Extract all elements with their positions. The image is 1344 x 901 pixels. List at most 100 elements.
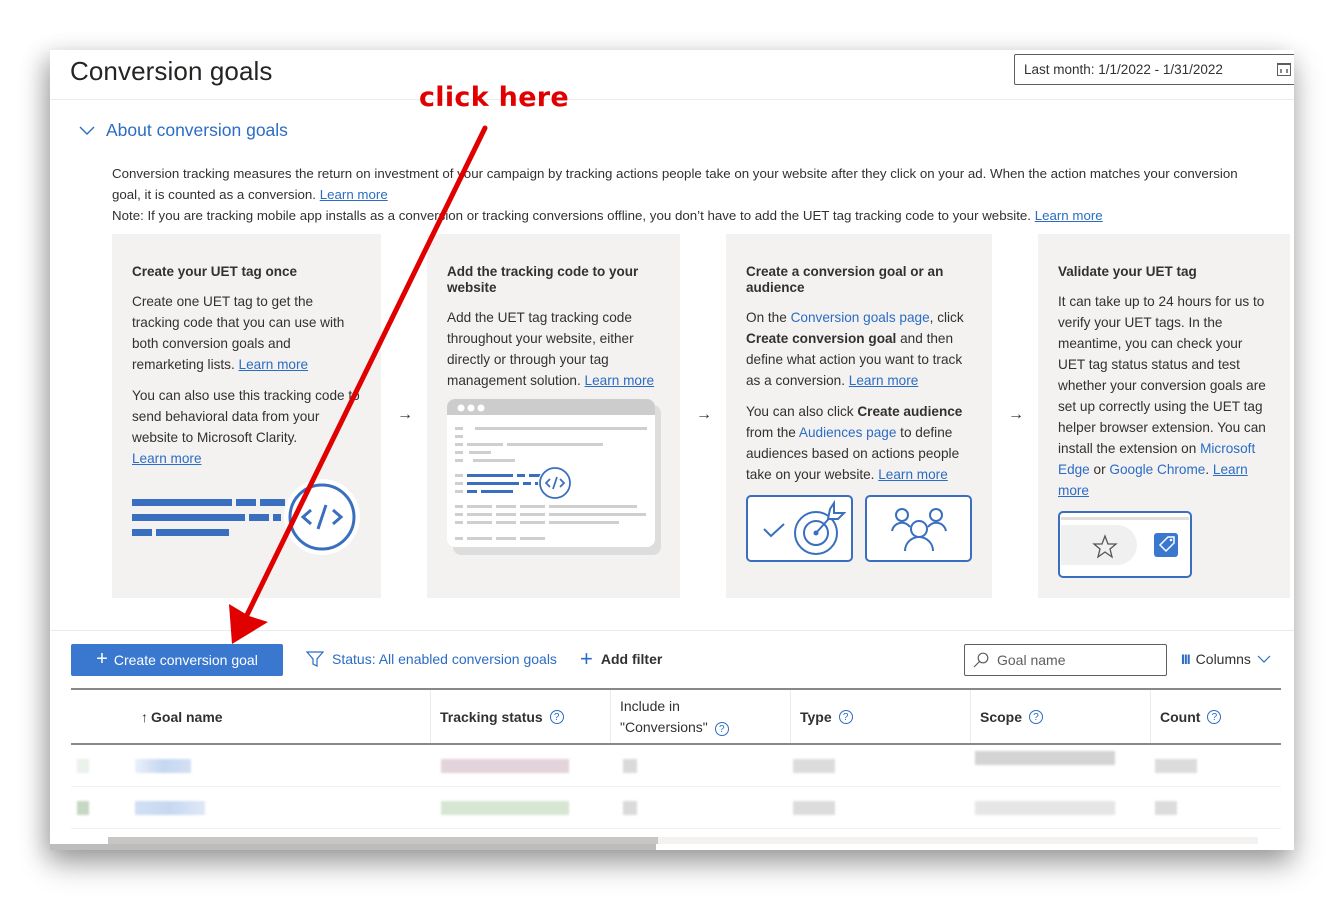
learn-more-link[interactable]: Learn more bbox=[239, 357, 309, 372]
sort-ascending-icon: ↑ bbox=[141, 708, 148, 725]
include-cell-redacted bbox=[623, 800, 637, 815]
horizontal-scrollbar-thumb[interactable] bbox=[108, 837, 658, 844]
step-card-validate-uet-tag: Validate your UET tag It can take up to … bbox=[1038, 234, 1290, 598]
google-chrome-link[interactable]: Google Chrome bbox=[1109, 462, 1205, 477]
step-text-body: You can also click bbox=[746, 404, 858, 419]
step-text: You can also click Create audience from … bbox=[746, 401, 972, 485]
step-text: It can take up to 24 hours for us to ver… bbox=[1058, 291, 1270, 501]
goal-name-cell-redacted[interactable] bbox=[135, 758, 191, 773]
step-text: You can also use this tracking code to s… bbox=[132, 385, 361, 469]
bottom-scrollbar[interactable] bbox=[50, 844, 656, 850]
goal-name-search-input[interactable] bbox=[997, 652, 1157, 668]
step-text-body: . bbox=[1205, 462, 1210, 477]
step-card-create-goal-or-audience: Create a conversion goal or an audience … bbox=[726, 234, 992, 598]
goal-name-search[interactable] bbox=[964, 644, 1167, 676]
website-code-illustration bbox=[447, 399, 661, 555]
intro-learn-more-link-2[interactable]: Learn more bbox=[1035, 208, 1103, 223]
step-text-body: , click bbox=[929, 310, 964, 325]
learn-more-link[interactable]: Learn more bbox=[849, 373, 919, 388]
date-range-picker[interactable]: Last month: 1/1/2022 - 1/31/2022 bbox=[1014, 54, 1294, 85]
status-filter[interactable]: Status: All enabled conversion goals bbox=[306, 651, 557, 667]
help-icon[interactable]: ? bbox=[1207, 709, 1222, 724]
learn-more-link[interactable]: Learn more bbox=[585, 373, 655, 388]
column-header-label: Include in "Conversions"? bbox=[620, 696, 729, 738]
goal-target-illustration bbox=[746, 495, 853, 562]
columns-label: Columns bbox=[1195, 651, 1251, 667]
about-intro: Conversion tracking measures the return … bbox=[112, 163, 1242, 226]
toolbar-divider bbox=[50, 630, 1294, 631]
app-window: Conversion goals Last month: 1/1/2022 - … bbox=[50, 50, 1294, 850]
about-toggle-label: About conversion goals bbox=[106, 120, 288, 140]
row-checkbox[interactable] bbox=[77, 800, 89, 815]
intro-text-2: Note: If you are tracking mobile app ins… bbox=[112, 208, 1031, 223]
type-cell-redacted bbox=[793, 800, 835, 815]
status-filter-label: Status: All enabled conversion goals bbox=[332, 651, 557, 667]
conversion-goals-page-link[interactable]: Conversion goals page bbox=[791, 310, 930, 325]
plus-icon: + bbox=[580, 646, 593, 671]
calendar-icon[interactable] bbox=[1277, 63, 1291, 76]
chevron-down-icon bbox=[79, 126, 95, 135]
goal-name-cell-redacted[interactable] bbox=[135, 800, 205, 815]
table-row[interactable] bbox=[71, 745, 1281, 787]
plus-icon: + bbox=[96, 648, 108, 670]
column-header-scope[interactable]: Scope ? bbox=[971, 690, 1151, 743]
step-text-body: or bbox=[1089, 462, 1110, 477]
step-text-bold: Create conversion goal bbox=[746, 331, 897, 346]
step-text-body: On the bbox=[746, 310, 791, 325]
help-icon[interactable]: ? bbox=[838, 709, 853, 724]
step-title: Add the tracking code to your website bbox=[447, 264, 639, 295]
about-conversion-goals-toggle[interactable]: About conversion goals bbox=[78, 120, 288, 141]
tracking-status-cell-redacted bbox=[441, 800, 569, 815]
step-text-body: You can also use this tracking code to s… bbox=[132, 388, 360, 445]
columns-icon: III bbox=[1181, 651, 1191, 667]
intro-text-1: Conversion tracking measures the return … bbox=[112, 166, 1238, 202]
column-header-goal-name[interactable]: ↑ Goal name bbox=[71, 690, 431, 743]
column-header-label-line: "Conversions" bbox=[620, 718, 708, 735]
column-header-include-in-conversions[interactable]: Include in "Conversions"? bbox=[611, 690, 791, 743]
search-icon bbox=[973, 652, 989, 668]
add-filter-button[interactable]: + Add filter bbox=[580, 648, 662, 670]
step-text: Create one UET tag to get the tracking c… bbox=[132, 291, 361, 375]
help-icon[interactable]: ? bbox=[714, 721, 729, 736]
column-header-label: Goal name bbox=[151, 708, 223, 725]
step-text-bold: Create audience bbox=[857, 404, 963, 419]
scope-cell-redacted bbox=[975, 751, 1115, 765]
learn-more-link[interactable]: Learn more bbox=[878, 467, 948, 482]
table-header: ↑ Goal name Tracking status ? Include in… bbox=[71, 688, 1281, 745]
column-header-tracking-status[interactable]: Tracking status ? bbox=[431, 690, 611, 743]
learn-more-link[interactable]: Learn more bbox=[132, 451, 202, 466]
type-cell-redacted bbox=[793, 758, 835, 773]
column-header-label-line: Include in bbox=[620, 697, 680, 714]
include-cell-redacted bbox=[623, 758, 637, 773]
audience-illustration bbox=[865, 495, 972, 562]
step-arrow-icon: → bbox=[1008, 406, 1024, 423]
step-text-body: It can take up to 24 hours for us to ver… bbox=[1058, 294, 1266, 456]
table-row[interactable] bbox=[71, 787, 1281, 829]
code-illustration bbox=[132, 479, 360, 555]
date-range-value: Last month: 1/1/2022 - 1/31/2022 bbox=[1024, 62, 1223, 77]
header-divider bbox=[50, 99, 1294, 100]
help-icon[interactable]: ? bbox=[1029, 709, 1044, 724]
help-icon[interactable]: ? bbox=[549, 709, 564, 724]
columns-button[interactable]: III Columns bbox=[1181, 651, 1271, 667]
count-cell-redacted bbox=[1155, 800, 1177, 815]
scope-cell-redacted bbox=[975, 800, 1115, 815]
step-title: Create your UET tag once bbox=[132, 264, 298, 279]
column-header-label: Count bbox=[1160, 708, 1201, 725]
step-arrow-icon: → bbox=[696, 406, 712, 423]
row-checkbox[interactable] bbox=[77, 758, 89, 773]
audiences-page-link[interactable]: Audiences page bbox=[799, 425, 897, 440]
browser-extension-illustration bbox=[1058, 511, 1192, 578]
column-header-label: Tracking status bbox=[440, 708, 543, 725]
tracking-status-cell-redacted bbox=[441, 758, 569, 773]
column-header-type[interactable]: Type ? bbox=[791, 690, 971, 743]
conversion-goals-table: ↑ Goal name Tracking status ? Include in… bbox=[71, 688, 1281, 829]
intro-learn-more-link-1[interactable]: Learn more bbox=[320, 187, 388, 202]
chevron-down-icon bbox=[1257, 655, 1271, 663]
step-arrow-icon: → bbox=[397, 406, 413, 423]
column-header-count[interactable]: Count ? bbox=[1151, 690, 1281, 743]
step-text: On the Conversion goals page, click Crea… bbox=[746, 307, 972, 391]
step-title: Validate your UET tag bbox=[1058, 264, 1197, 279]
add-filter-label: Add filter bbox=[600, 651, 663, 667]
create-conversion-goal-button[interactable]: + Create conversion goal bbox=[71, 644, 283, 676]
